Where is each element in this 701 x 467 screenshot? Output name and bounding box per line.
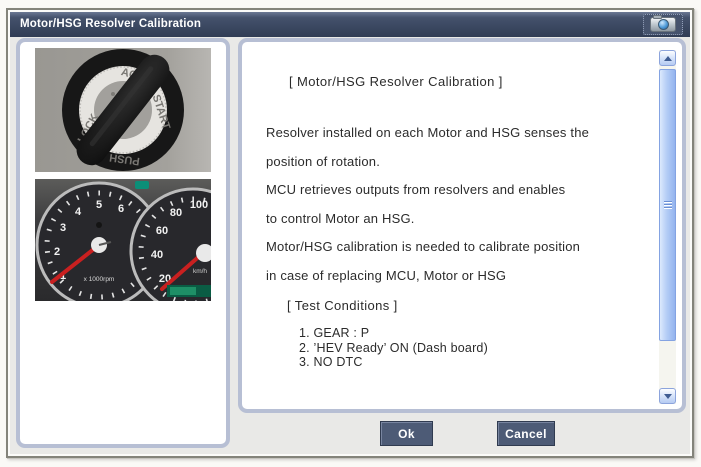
scroll-up-button[interactable] [659, 50, 676, 66]
condition-item: 1. GEAR : P [299, 326, 370, 340]
cancel-button[interactable]: Cancel [497, 421, 555, 446]
vertical-scrollbar[interactable] [659, 50, 676, 404]
chevron-down-icon [663, 393, 672, 399]
tach-number: 4 [75, 206, 82, 218]
screen-capture-button[interactable] [643, 14, 683, 35]
condition-item: 2. ’HEV Ready’ ON (Dash board) [299, 340, 488, 355]
ok-button[interactable]: Ok [380, 421, 433, 446]
condition-item: 3. NO DTC [299, 355, 363, 370]
tach-number: 5 [96, 199, 102, 211]
scrollbar-thumb[interactable] [659, 69, 676, 341]
dialog-window: Motor/HSG Resolver Calibration LOCK STAR… [6, 8, 694, 458]
tach-number: 3 [60, 222, 66, 234]
speed-number: 80 [170, 207, 182, 219]
test-conditions-heading: [ Test Conditions ] [287, 298, 398, 313]
indicator-lamp [135, 181, 149, 189]
speed-number: 60 [156, 225, 168, 237]
description-paragraph: Resolver installed on each Motor and HSG… [266, 125, 590, 283]
dashboard-gauges-photo: 1 2 3 4 5 6 x 1000rpm 20 40 60 80 100 km… [35, 179, 211, 301]
description-panel: [ Motor/HSG Resolver Calibration ] Resol… [238, 38, 686, 413]
speed-number: 100 [190, 199, 208, 211]
titlebar: Motor/HSG Resolver Calibration [10, 12, 690, 37]
chevron-up-icon [663, 55, 672, 61]
tach-number: 6 [118, 203, 124, 215]
description-heading: [ Motor/HSG Resolver Calibration ] [289, 74, 503, 89]
dialog-content: LOCK ACC START PUSH [10, 37, 690, 454]
dialog-title: Motor/HSG Resolver Calibration [20, 18, 202, 30]
scroll-down-button[interactable] [659, 388, 676, 404]
ignition-switch-photo: LOCK ACC START PUSH [35, 48, 211, 172]
tach-unit-label: x 1000rpm [84, 276, 115, 283]
tach-number: 2 [54, 246, 60, 258]
description-text: [ Motor/HSG Resolver Calibration ] Resol… [242, 42, 656, 409]
speed-unit-label: km/h [193, 268, 207, 275]
image-panel: LOCK ACC START PUSH [16, 38, 230, 448]
test-conditions-list: 1. GEAR : P 2. ’HEV Ready’ ON (Dash boar… [299, 326, 488, 370]
camera-icon [650, 15, 676, 32]
speed-number: 40 [151, 249, 163, 261]
